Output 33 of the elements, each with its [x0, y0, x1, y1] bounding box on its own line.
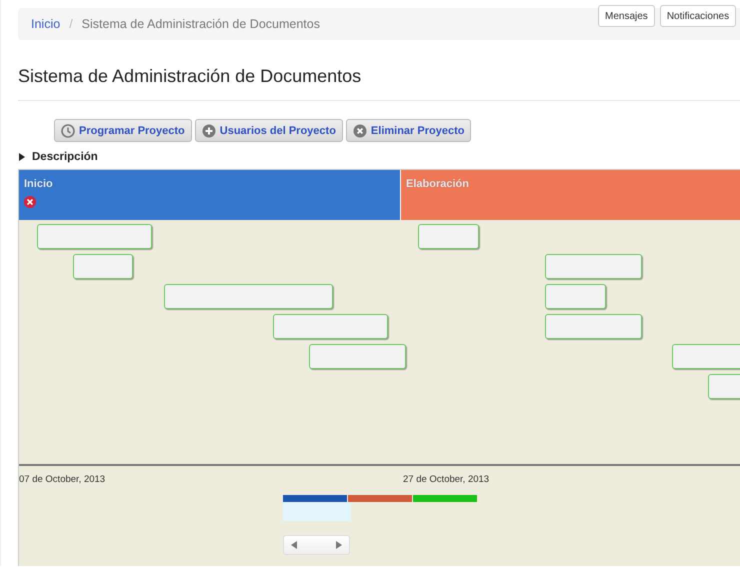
action-button[interactable]: Programar Proyecto [54, 119, 192, 142]
messages-button[interactable]: Mensajes [598, 5, 655, 27]
date-label: 07 de October, 2013 [19, 474, 106, 485]
breadcrumb-link[interactable]: Inicio [31, 17, 60, 31]
plus-icon [202, 124, 216, 138]
description-toggle[interactable]: Descripción [18, 150, 98, 164]
task-bar[interactable] [672, 344, 740, 369]
task-bar[interactable] [545, 254, 642, 279]
clock-icon [61, 124, 75, 138]
page-title: Sistema de Administración de Documentos [18, 66, 362, 88]
task-bar[interactable] [309, 344, 406, 369]
close-icon[interactable] [24, 196, 36, 208]
task-bar[interactable] [418, 224, 479, 249]
action-button[interactable]: Usuarios del Proyecto [194, 119, 343, 142]
task-bar[interactable] [545, 284, 606, 309]
left-arrow-icon [291, 541, 297, 549]
task-bar[interactable] [545, 314, 642, 339]
task-bar[interactable] [273, 314, 388, 339]
task-bar[interactable] [37, 224, 152, 249]
date-label: 27 de October, 2013 [403, 474, 490, 485]
action-button[interactable]: Eliminar Proyecto [346, 119, 472, 142]
remove-icon [352, 124, 367, 138]
phase-name: Inicio [24, 178, 53, 190]
notifications-button[interactable]: Notificaciones [660, 5, 736, 27]
phase-name: Elaboración [406, 178, 469, 190]
breadcrumb-current: Sistema de Administración de Documentos [82, 17, 320, 31]
task-bar[interactable] [164, 284, 333, 309]
right-arrow-icon [336, 541, 342, 549]
task-bar[interactable] [73, 254, 133, 279]
scroll-control[interactable] [283, 535, 350, 555]
breadcrumb-separator: / [69, 17, 73, 31]
triangle-icon [18, 153, 26, 161]
visible-range[interactable] [283, 502, 351, 521]
